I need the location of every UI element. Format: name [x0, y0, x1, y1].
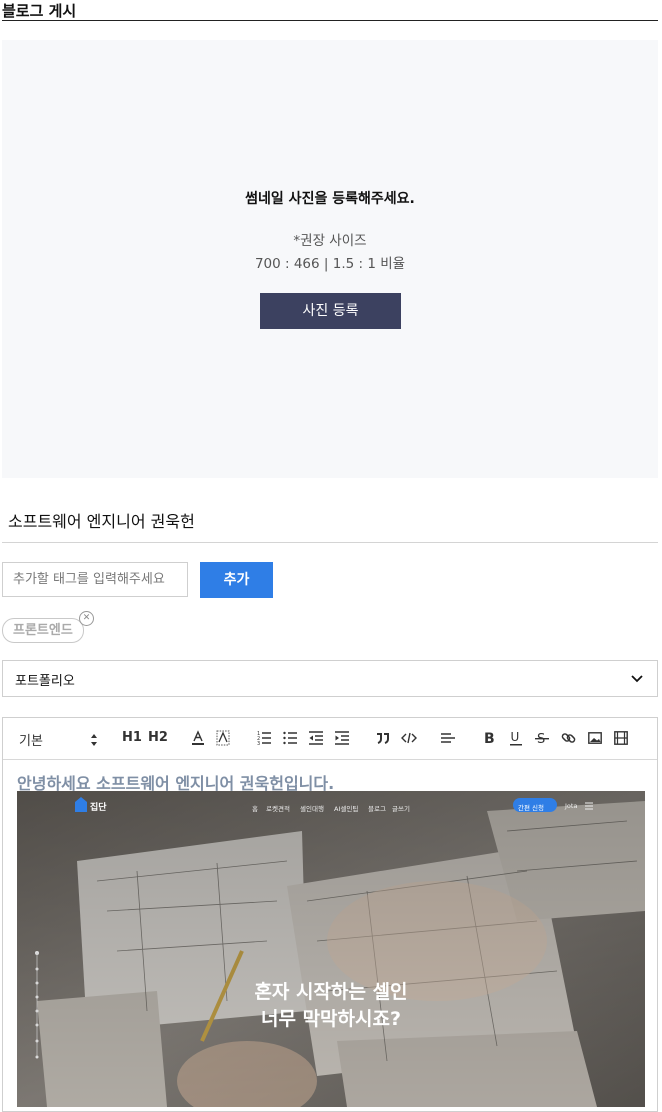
upload-photo-button[interactable]: 사진 등록	[260, 293, 401, 329]
font-color-icon[interactable]	[191, 730, 205, 746]
embedded-headline: 혼자 시작하는 셀인 너무 막막하시죠?	[17, 979, 645, 1033]
add-tag-button[interactable]: 추가	[200, 562, 273, 598]
chevron-down-icon	[631, 675, 643, 683]
heading2-label: H2	[148, 730, 168, 745]
embedded-nav-item: 블로그	[368, 805, 386, 813]
post-title-value: 소프트웨어 엔지니어 권욱헌	[8, 512, 195, 531]
bold-icon[interactable]: B	[483, 730, 497, 746]
tag-input[interactable]: 추가할 태그를 입력해주세요	[2, 562, 188, 597]
post-title-field[interactable]: 소프트웨어 엔지니어 권욱헌	[2, 500, 658, 543]
video-icon[interactable]	[614, 730, 628, 746]
link-icon[interactable]	[561, 730, 577, 746]
bullet-list-icon[interactable]	[283, 730, 297, 746]
embedded-nav-item: 홈	[252, 805, 258, 813]
outdent-icon[interactable]	[309, 730, 323, 746]
category-selected-value: 포트폴리오	[15, 674, 75, 689]
image-icon[interactable]	[588, 730, 602, 746]
sort-arrows-icon[interactable]	[89, 732, 99, 748]
embedded-logo-text: 집단	[90, 803, 107, 813]
thumbnail-hint-ratio: 700 : 466 | 1.5 : 1 비율	[254, 256, 406, 272]
block-style-label: 기본	[19, 734, 43, 749]
thumbnail-upload-area[interactable]: 썸네일 사진을 등록해주세요. *권장 사이즈 700 : 466 | 1.5 …	[2, 40, 658, 478]
category-select[interactable]: 포트폴리오	[2, 660, 658, 697]
embedded-cta-button: 간편 신청	[518, 804, 544, 812]
page-title: 블로그 게시	[2, 0, 658, 21]
heading2-button[interactable]: H2	[148, 730, 168, 746]
thumbnail-hint: *권장 사이즈 700 : 466 | 1.5 : 1 비율	[2, 230, 658, 276]
block-style-select[interactable]: 기본	[19, 730, 43, 749]
remove-tag-icon[interactable]: ✕	[79, 611, 94, 626]
thumbnail-message: 썸네일 사진을 등록해주세요.	[245, 191, 415, 207]
embedded-headline-line2: 너무 막막하시죠?	[261, 1008, 401, 1030]
editor-toolbar: 기본 H1 H2 1 2 3 B U S	[3, 718, 657, 760]
rich-text-editor[interactable]: 기본 H1 H2 1 2 3 B U S 안녕하세요 소프트웨어 엔지니어 권욱…	[2, 717, 658, 1112]
ordered-list-icon[interactable]: 1 2 3	[257, 730, 271, 746]
align-icon[interactable]	[441, 730, 455, 746]
blockquote-icon[interactable]	[376, 730, 390, 746]
heading1-label: H1	[122, 730, 142, 745]
thumbnail-hint-size: *권장 사이즈	[293, 233, 367, 249]
svg-text:U: U	[511, 730, 520, 744]
tag-chip: 프론트엔드	[2, 618, 84, 643]
svg-text:B: B	[484, 731, 495, 746]
indent-icon[interactable]	[335, 730, 349, 746]
embedded-nav-item: 글쓰기	[392, 805, 410, 813]
code-icon[interactable]	[401, 730, 417, 746]
heading1-button[interactable]: H1	[122, 730, 142, 746]
strikethrough-icon[interactable]: S	[535, 730, 549, 746]
embedded-nav-item: 로켓견적	[266, 805, 290, 813]
embedded-headline-line1: 혼자 시작하는 셀인	[254, 981, 408, 1003]
svg-text:3: 3	[257, 741, 260, 746]
embedded-nav-item: AI셀인팁	[334, 805, 359, 813]
embedded-nav-item: 셀인대행	[300, 805, 324, 813]
embedded-screenshot-image: 집단 홈 로켓견적 셀인대행 AI셀인팁 블로그 글쓰기 간편 신청 Jota …	[17, 791, 645, 1107]
background-color-icon[interactable]	[216, 730, 230, 746]
embedded-user-name: Jota	[565, 802, 578, 810]
underline-icon[interactable]: U	[509, 730, 523, 746]
